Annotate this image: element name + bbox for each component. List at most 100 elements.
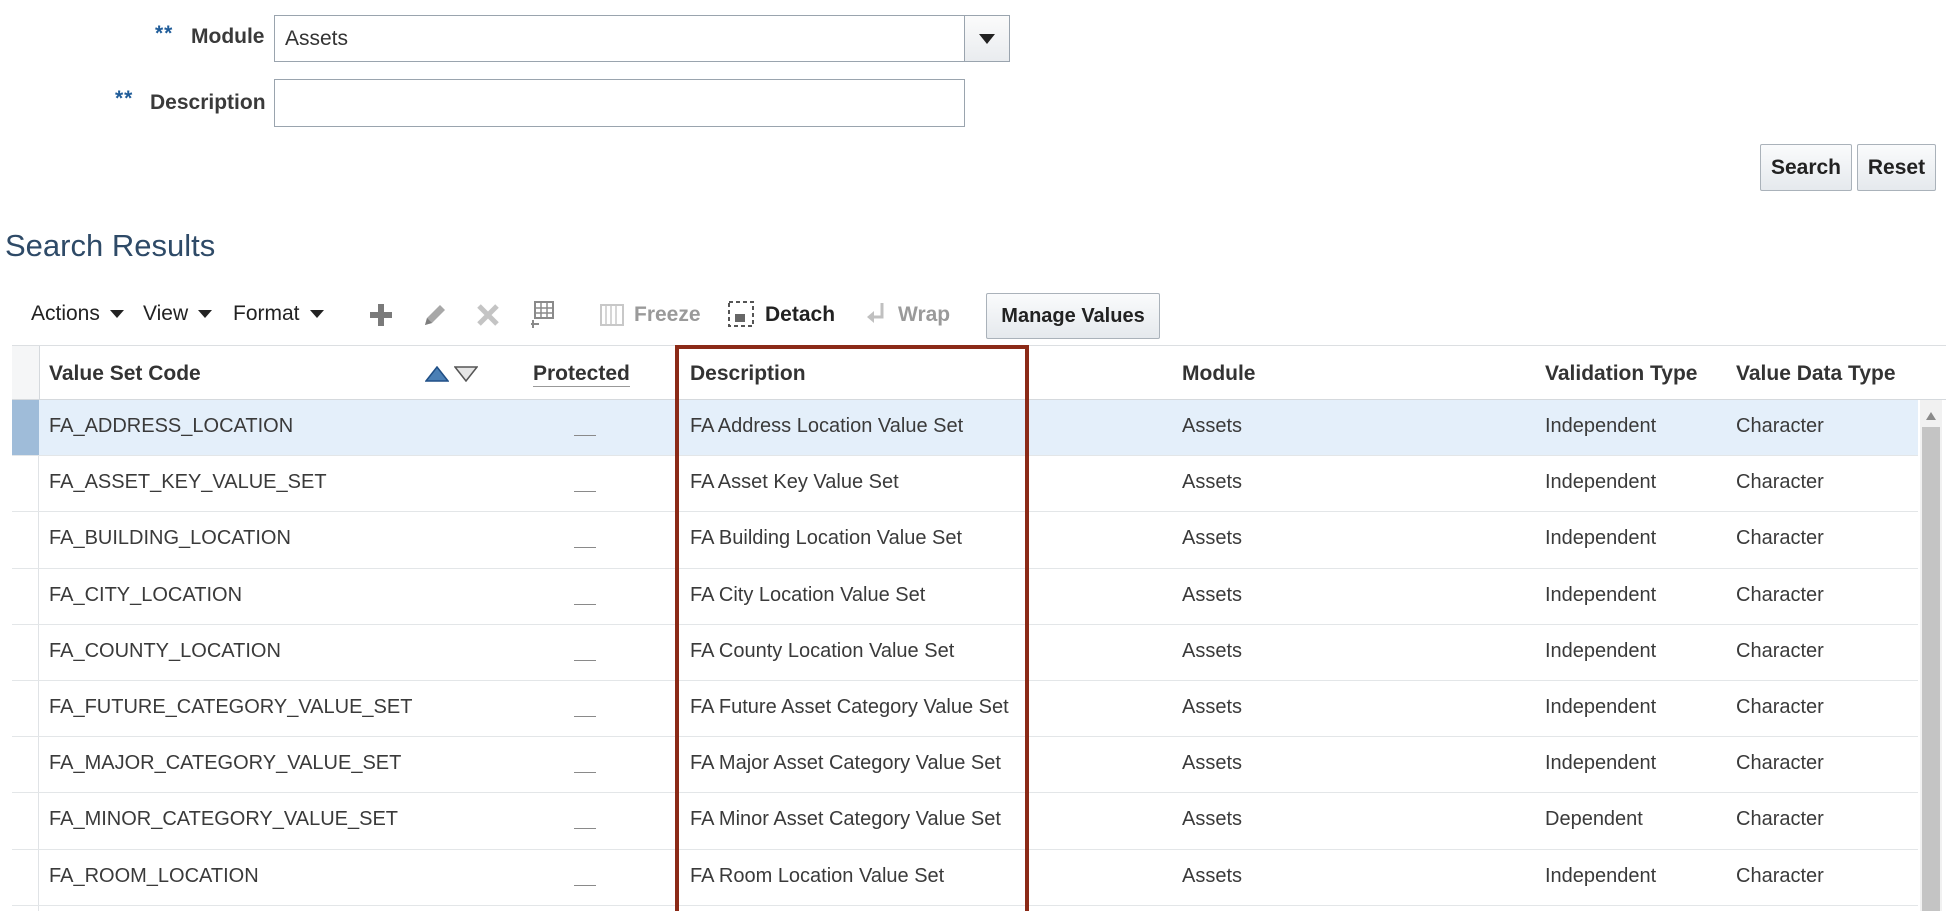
actions-menu[interactable]: Actions (31, 302, 124, 326)
freeze-button[interactable]: Freeze (634, 303, 701, 327)
row-selected-indicator (12, 400, 39, 457)
actions-menu-label: Actions (31, 302, 100, 325)
cell-validation-type: Independent (1545, 864, 1657, 887)
plus-icon[interactable] (368, 302, 394, 328)
cell-validation-type: Independent (1545, 583, 1657, 606)
table-row[interactable]: FA_CITY_LOCATION FA City Location Value S… (12, 569, 1918, 625)
module-label: Module (191, 25, 265, 48)
caret-down-icon (309, 310, 324, 318)
cell-module: Assets (1182, 471, 1243, 494)
cell-code: FA_ROOM_LOCATION (49, 864, 259, 887)
cell-description: FA Building Location Value Set (690, 527, 963, 550)
cell-module: Assets (1182, 752, 1243, 775)
table-body: FA_ADDRESS_LOCATION FA Address Location V… (0, 400, 1956, 911)
cell-code: FA_FUTURE_CATEGORY_VALUE_SET (49, 696, 413, 718)
search-results-title: Search Results (5, 228, 216, 263)
sort-ascending-icon[interactable] (424, 365, 450, 382)
table-row[interactable]: FA_MAJOR_CATEGORY_VALUE_SET FA Major Asse… (12, 737, 1918, 793)
cell-description: FA City Location Value Set (690, 583, 926, 606)
cell-description: FA Room Location Value Set (690, 864, 945, 887)
table-row[interactable]: FA_MINOR_CATEGORY_VALUE_SET FA Minor Asse… (12, 793, 1918, 849)
column-header-protected[interactable]: Protected (533, 362, 630, 387)
protected-empty-indicator (574, 603, 596, 605)
protected-empty-indicator (574, 828, 596, 830)
module-select-value: Assets (285, 26, 349, 50)
cell-value-data-type: Character (1736, 752, 1824, 775)
protected-empty-indicator (574, 547, 596, 549)
protected-empty-indicator (574, 772, 596, 774)
table-row[interactable]: FA_BUILDING_LOCATION FA Building Location… (12, 512, 1918, 568)
scrollbar-thumb[interactable] (1922, 427, 1940, 911)
reset-button[interactable]: Reset (1857, 144, 1936, 191)
cell-code: FA_COUNTY_LOCATION (49, 639, 281, 662)
column-header-description[interactable]: Description (690, 362, 806, 386)
column-header-code[interactable]: Value Set Code (49, 362, 201, 386)
caret-down-icon (198, 310, 213, 318)
protected-empty-indicator (574, 659, 596, 661)
cell-value-data-type: Character (1736, 696, 1824, 718)
sort-descending-icon[interactable] (453, 366, 479, 383)
scroll-up-icon[interactable] (1925, 408, 1937, 420)
cell-description: FA Future Asset Category Value Set (690, 696, 1009, 718)
cell-value-data-type: Character (1736, 864, 1824, 887)
cell-description: FA Address Location Value Set (690, 415, 964, 437)
cell-validation-type: Independent (1545, 696, 1657, 718)
protected-empty-indicator (574, 491, 596, 493)
pencil-icon[interactable] (421, 301, 449, 329)
vertical-scrollbar[interactable] (1920, 400, 1942, 911)
manage-values-button[interactable]: Manage Values (986, 293, 1160, 339)
protected-empty-indicator (574, 884, 596, 886)
results-toolbar: Actions View Format Freeze Detach Wrap M… (0, 290, 1956, 340)
column-header-validation-type[interactable]: Validation Type (1545, 362, 1697, 386)
table-row[interactable]: FA_COUNTY_LOCATION FA County Location Val… (12, 625, 1918, 681)
cell-module: Assets (1182, 639, 1243, 662)
description-input[interactable] (274, 79, 965, 127)
cell-module: Assets (1182, 864, 1243, 887)
cell-validation-type: Dependent (1545, 808, 1643, 831)
cell-description: FA Minor Asset Category Value Set (690, 808, 1001, 831)
row-divider (12, 904, 1918, 906)
cell-validation-type: Independent (1545, 471, 1657, 494)
results-table: Value Set Code Protected Description Mod… (0, 345, 1956, 911)
chevron-down-icon (979, 33, 995, 44)
wrap-button[interactable]: Wrap (898, 303, 950, 327)
cell-module: Assets (1182, 415, 1243, 437)
cell-validation-type: Independent (1545, 752, 1657, 775)
table-row[interactable]: FA_ASSET_KEY_VALUE_SET FA Asset Key Value… (12, 456, 1918, 512)
cell-validation-type: Independent (1545, 415, 1657, 437)
search-form: ** Module Assets ** Description Search R… (0, 0, 1956, 200)
cell-validation-type: Independent (1545, 639, 1657, 662)
module-required-marker: ** (155, 22, 174, 45)
cell-value-data-type: Character (1736, 471, 1824, 494)
cell-module: Assets (1182, 808, 1243, 831)
cell-code: FA_CITY_LOCATION (49, 583, 243, 606)
x-icon[interactable] (475, 302, 501, 328)
protected-empty-indicator (574, 716, 596, 717)
detach-button[interactable]: Detach (765, 303, 835, 327)
protected-empty-indicator (574, 435, 596, 436)
cell-validation-type: Independent (1545, 527, 1657, 550)
table-row[interactable]: FA_ROOM_LOCATION FA Room Location Value S… (12, 850, 1918, 906)
module-dropdown-button[interactable] (964, 15, 1010, 62)
view-menu[interactable]: View (143, 302, 213, 326)
cell-description: FA County Location Value Set (690, 639, 955, 662)
search-button[interactable]: Search (1760, 144, 1852, 191)
description-label: Description (150, 91, 266, 114)
table-columns-icon[interactable] (529, 300, 557, 330)
column-header-value-data-type[interactable]: Value Data Type (1736, 362, 1896, 386)
description-required-marker: ** (115, 87, 134, 110)
column-header-module[interactable]: Module (1182, 362, 1256, 386)
caret-down-icon (109, 310, 124, 318)
cell-value-data-type: Character (1736, 583, 1824, 606)
row-selector-header (12, 346, 40, 399)
format-menu[interactable]: Format (233, 302, 324, 326)
cell-code: FA_ASSET_KEY_VALUE_SET (49, 471, 327, 494)
cell-description: FA Major Asset Category Value Set (690, 752, 1001, 775)
view-menu-label: View (143, 302, 189, 325)
cell-value-data-type: Character (1736, 415, 1824, 437)
table-header: Value Set Code Protected Description Mod… (12, 345, 1946, 400)
table-row[interactable]: FA_FUTURE_CATEGORY_VALUE_SET FA Future As… (12, 681, 1918, 737)
cell-value-data-type: Character (1736, 808, 1824, 831)
module-select[interactable]: Assets (274, 15, 966, 62)
table-row[interactable]: FA_ADDRESS_LOCATION FA Address Location V… (12, 400, 1918, 457)
